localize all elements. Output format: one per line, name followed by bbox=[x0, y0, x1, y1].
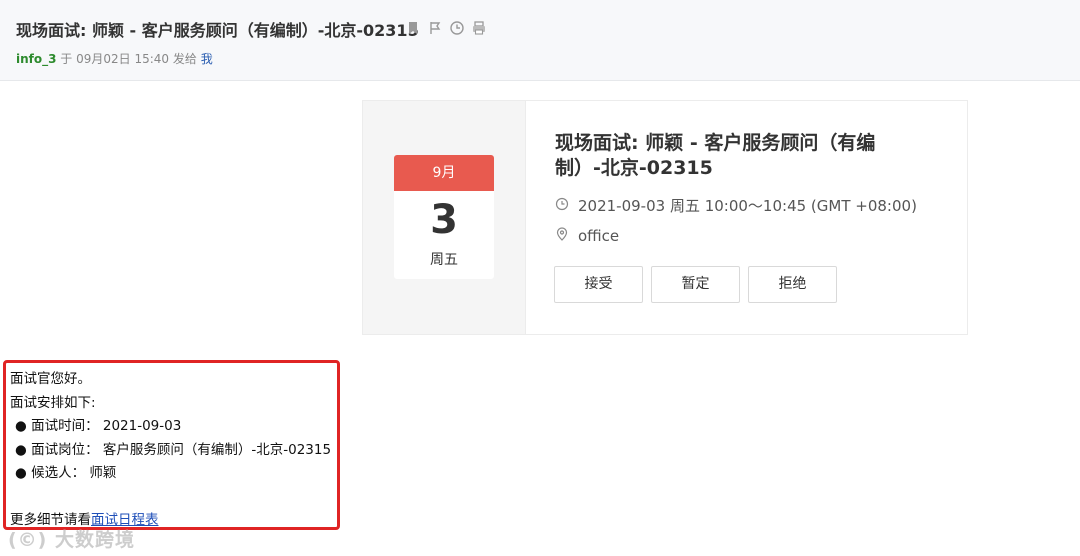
location-pin-icon bbox=[555, 227, 578, 245]
email-header: 现场面试: 师颖 - 客户服务顾问（有编制）-北京-02315 info_3 于… bbox=[0, 0, 1080, 81]
recipient-name[interactable]: 我 bbox=[201, 52, 213, 66]
clock-icon bbox=[555, 197, 578, 215]
header-actions bbox=[404, 19, 488, 37]
decline-button[interactable]: 拒绝 bbox=[748, 266, 837, 303]
event-location: office bbox=[578, 227, 620, 245]
event-title: 现场面试: 师颖 - 客户服务顾问（有编制）-北京-02315 bbox=[555, 132, 876, 179]
print-icon[interactable] bbox=[470, 19, 488, 37]
date-panel: 9月 3 周五 bbox=[363, 101, 526, 334]
meta-text: 于 09月02日 15:40 发给 bbox=[56, 52, 201, 66]
email-body: 面试官您好。 面试安排如下: ● 面试时间： 2021-09-03 ● 面试岗位… bbox=[10, 368, 331, 533]
email-subject: 现场面试: 师颖 - 客户服务顾问（有编制）-北京-02315 bbox=[16, 21, 419, 40]
list-item: ● 面试岗位： 客户服务顾问（有编制）-北京-02315 bbox=[15, 441, 332, 458]
calendar-weekday: 周五 bbox=[430, 252, 458, 268]
rsvp-buttons: 接受 暂定 拒绝 bbox=[554, 266, 837, 303]
body-greeting: 面试官您好。 bbox=[10, 371, 91, 387]
email-meta: info_3 于 09月02日 15:40 发给 我 bbox=[16, 50, 213, 67]
event-time: 2021-09-03 周五 10:00～10:45 (GMT +08:00) bbox=[578, 197, 917, 215]
body-intro: 面试安排如下: bbox=[10, 394, 96, 411]
accept-button[interactable]: 接受 bbox=[554, 266, 643, 303]
clock-icon[interactable] bbox=[448, 19, 466, 37]
bookmark-icon[interactable] bbox=[404, 19, 422, 37]
list-item: ● 面试时间： 2021-09-03 bbox=[15, 418, 182, 434]
watermark-text: (©) 大数跨境 bbox=[8, 529, 135, 551]
calendar-day: 3 bbox=[430, 197, 458, 243]
event-location-row: office bbox=[555, 227, 619, 245]
list-item: ● 候选人： 师颖 bbox=[15, 465, 117, 481]
calendar-invite-card: 9月 3 周五 现场面试: 师颖 - 客户服务顾问（有编制）-北京-02315 … bbox=[362, 100, 968, 335]
tentative-button[interactable]: 暂定 bbox=[651, 266, 740, 303]
calendar-month: 9月 bbox=[394, 155, 494, 191]
calendar-date-tile: 9月 3 周五 bbox=[394, 155, 494, 279]
event-time-row: 2021-09-03 周五 10:00～10:45 (GMT +08:00) bbox=[555, 195, 917, 216]
sender-name[interactable]: info_3 bbox=[16, 52, 56, 66]
flag-icon[interactable] bbox=[426, 19, 444, 37]
